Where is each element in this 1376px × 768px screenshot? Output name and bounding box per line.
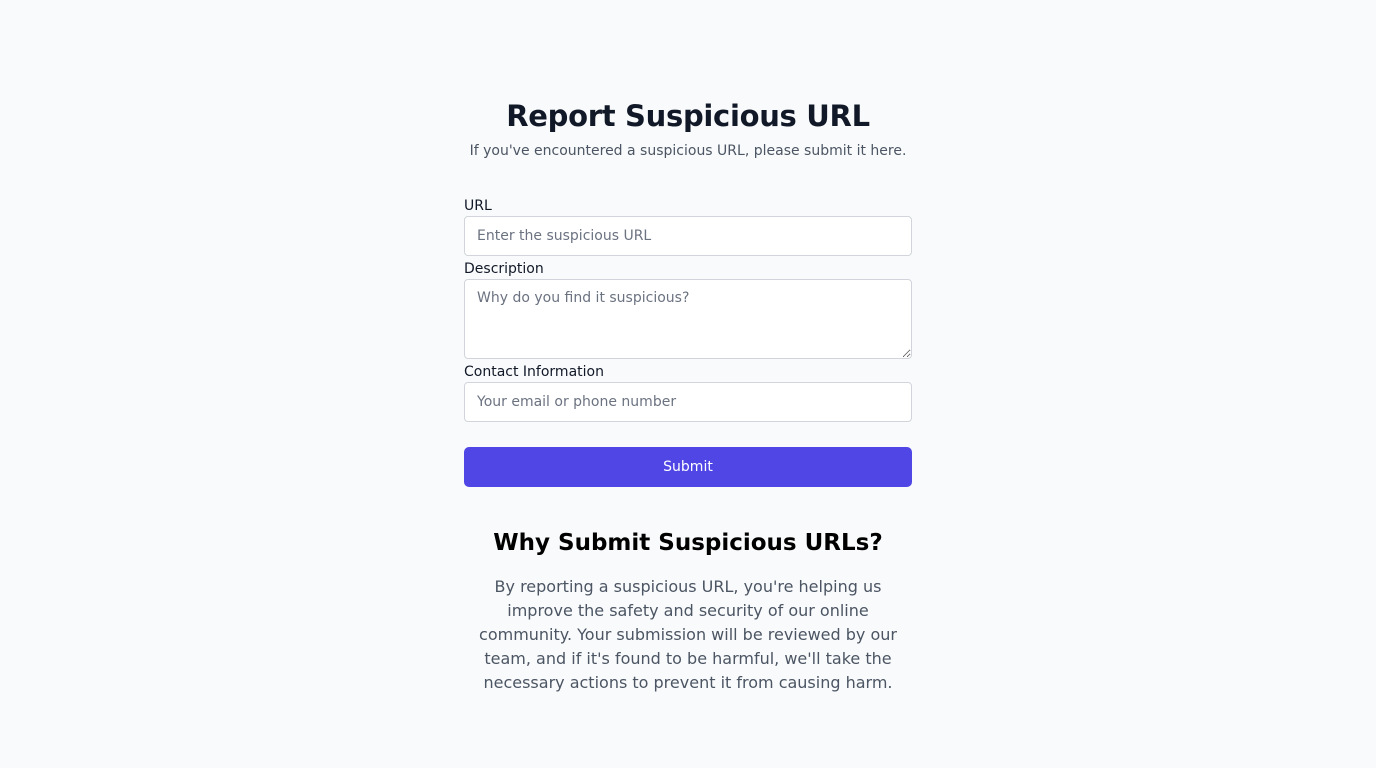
report-form: URL Description Contact Information <box>464 196 912 422</box>
submit-button[interactable]: Submit <box>464 447 912 487</box>
url-label: URL <box>464 198 492 214</box>
description-label: Description <box>464 261 544 277</box>
url-input[interactable] <box>464 216 912 256</box>
page-subtitle: If you've encountered a suspicious URL, … <box>469 143 907 159</box>
page-title: Report Suspicious URL <box>506 99 870 133</box>
description-textarea[interactable] <box>464 279 912 359</box>
info-text: By reporting a suspicious URL, you're he… <box>479 577 897 692</box>
contact-input[interactable] <box>464 382 912 422</box>
contact-label: Contact Information <box>464 364 604 380</box>
info-title: Why Submit Suspicious URLs? <box>493 530 883 556</box>
